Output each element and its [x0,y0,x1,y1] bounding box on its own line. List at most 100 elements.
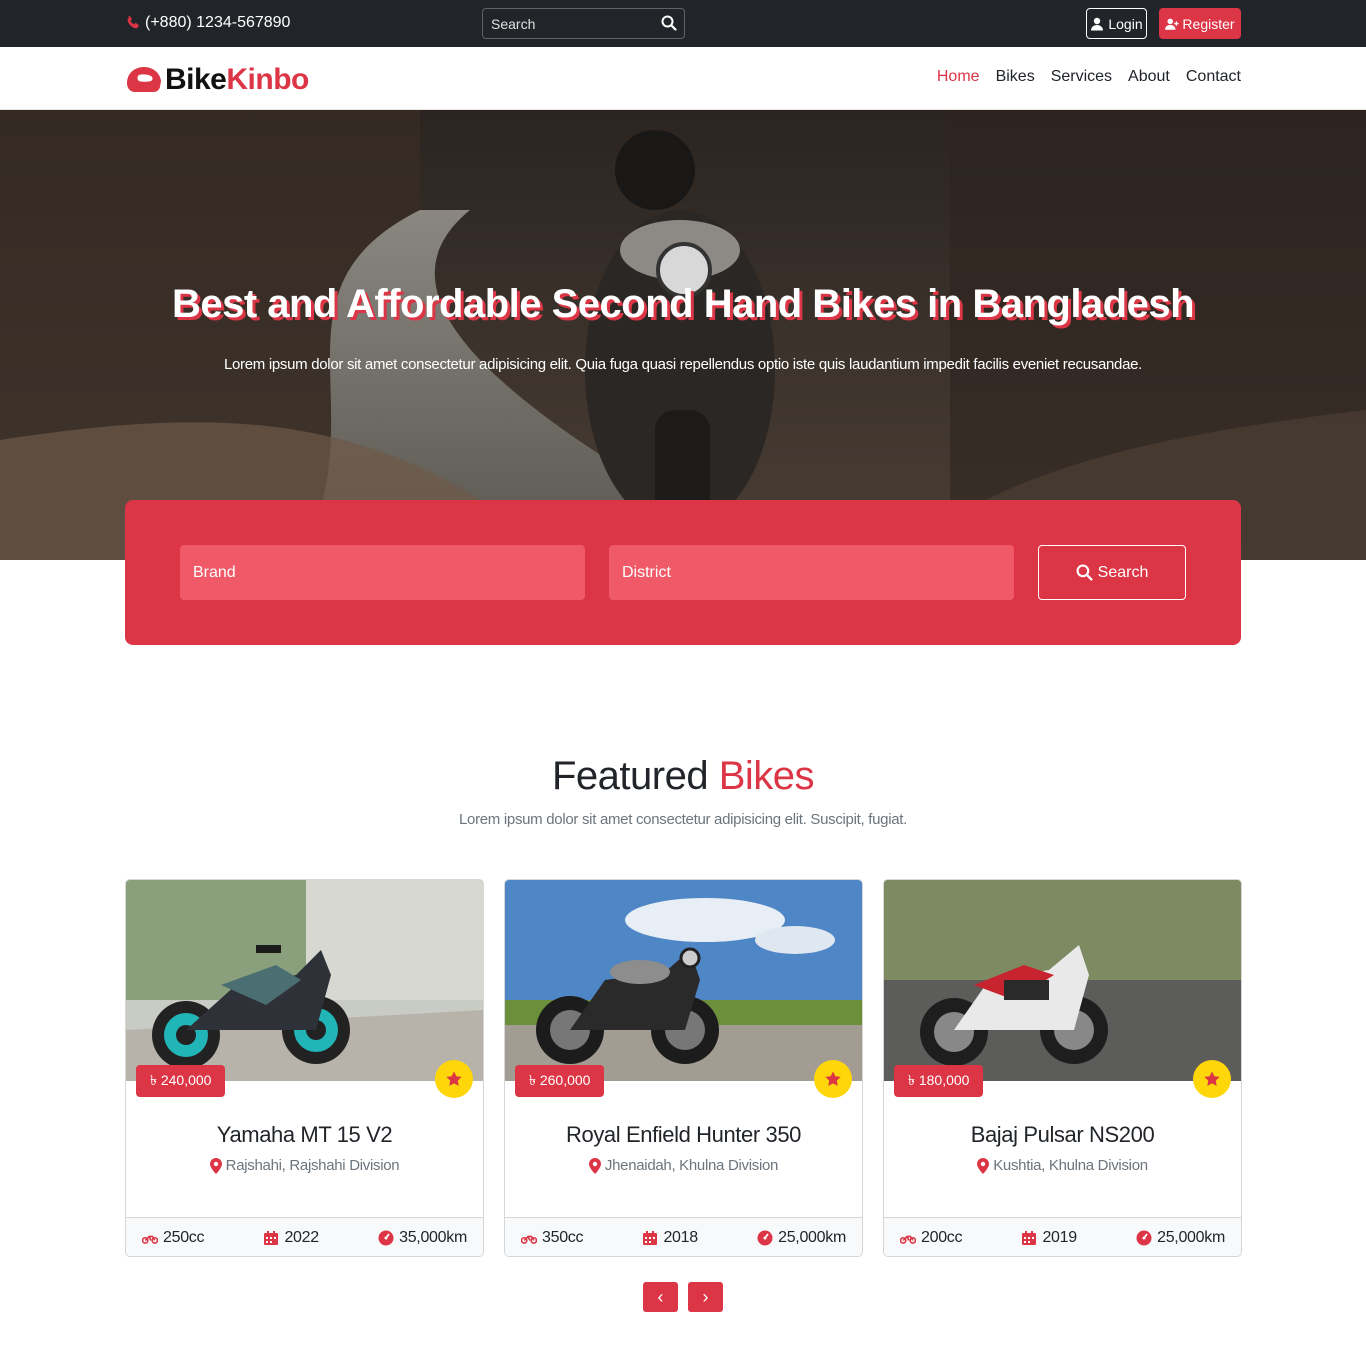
price-badge: ৳ 260,000 [515,1065,605,1097]
spec-engine: 200cc [900,1228,963,1247]
spec-engine-value: 350cc [542,1228,584,1246]
star-icon [446,1071,462,1086]
featured-title-part1: Featured [551,754,709,798]
helmet-icon [127,67,161,92]
bike-photo-bajaj [884,880,1241,1081]
login-button[interactable]: Login [1086,8,1147,39]
bike-search-panel: Brand District Search [125,500,1241,645]
spec-year: 2019 [1021,1228,1077,1247]
login-label: Login [1108,15,1143,32]
spec-year-value: 2022 [284,1228,319,1246]
calendar-icon [643,1230,658,1245]
spec-mileage: 25,000km [757,1229,846,1247]
favorite-button[interactable] [435,1060,473,1098]
bike-specs: 250cc 2022 35,000km [126,1217,483,1256]
spec-engine-value: 250cc [163,1228,205,1246]
hero-subtitle: Lorem ipsum dolor sit amet consectetur a… [223,356,1143,373]
brand-select[interactable]: Brand [180,545,585,600]
bike-card[interactable]: ৳ 180,000 Bajaj Pulsar NS200 Kushtia, Kh… [883,879,1242,1257]
hero-title: Best and Affordable Second Hand Bikes in… [171,282,1195,326]
bike-name[interactable]: Royal Enfield Hunter 350 [505,1122,862,1148]
carousel-prev-button[interactable]: ‹ [643,1282,678,1312]
search-icon [1076,564,1093,581]
district-select[interactable]: District [609,545,1014,600]
nav-services[interactable]: Services [1051,68,1112,86]
top-bar: (+880) 1234-567890 Login Register [0,0,1366,47]
user-plus-icon [1165,18,1179,30]
favorite-button[interactable] [814,1060,852,1098]
bike-photo-royal-enfield [505,880,862,1081]
location-text: Jhenaidah, Khulna Division [604,1157,779,1174]
carousel-next-button[interactable]: › [688,1282,723,1312]
map-pin-icon [588,1157,601,1174]
spec-engine: 350cc [521,1228,584,1247]
brand-logo[interactable]: Bike Kinbo [125,63,309,97]
search-icon[interactable] [661,15,677,31]
spec-year: 2018 [642,1228,698,1247]
nav-about[interactable]: About [1128,68,1170,86]
nav-contact[interactable]: Contact [1186,68,1241,86]
bike-location: Kushtia, Khulna Division [884,1157,1241,1174]
price-badge: ৳ 180,000 [894,1065,984,1097]
brand-name-part1: Bike [165,63,227,96]
gauge-icon [1136,1230,1152,1245]
search-input[interactable] [483,15,653,32]
map-pin-icon [209,1157,222,1174]
nav-home[interactable]: Home [937,68,980,86]
spec-mileage: 35,000km [378,1229,467,1247]
hero-banner: Best and Affordable Second Hand Bikes in… [0,110,1366,560]
star-icon [825,1071,841,1086]
register-button[interactable]: Register [1159,8,1241,39]
gauge-icon [378,1230,394,1245]
motorcycle-icon [900,1235,916,1244]
nav-bikes[interactable]: Bikes [996,68,1035,86]
bike-card[interactable]: ৳ 260,000 Royal Enfield Hunter 350 Jhena… [504,879,863,1257]
nav-links: Home Bikes Services About Contact [937,68,1241,86]
featured-subtitle: Lorem ipsum dolor sit amet consectetur a… [458,811,908,828]
price-badge: ৳ 240,000 [136,1065,226,1097]
bike-location: Rajshahi, Rajshahi Division [126,1157,483,1174]
spec-engine-value: 200cc [921,1228,963,1246]
spec-year-value: 2019 [1042,1228,1077,1246]
search-button-label: Search [1097,563,1149,581]
favorite-button[interactable] [1193,1060,1231,1098]
spec-mileage: 25,000km [1136,1229,1225,1247]
star-icon [1204,1071,1220,1086]
user-icon [1091,17,1104,30]
spec-year: 2022 [263,1228,319,1247]
bike-location: Jhenaidah, Khulna Division [505,1157,862,1174]
calendar-icon [264,1230,279,1245]
spec-mileage-value: 35,000km [399,1228,467,1246]
spec-engine: 250cc [142,1228,205,1247]
phone-icon [127,15,139,29]
search-bikes-button[interactable]: Search [1038,545,1186,600]
gauge-icon [757,1230,773,1245]
spec-mileage-value: 25,000km [778,1228,846,1246]
calendar-icon [1022,1230,1037,1245]
bike-photo-yamaha [126,880,483,1081]
bike-image[interactable] [126,880,483,1081]
main-navbar: Bike Kinbo Home Bikes Services About Cont… [0,47,1366,110]
map-pin-icon [977,1157,990,1174]
featured-title-part2: Bikes [718,754,815,798]
bike-image[interactable] [505,880,862,1081]
phone-number: (+880) 1234-567890 [145,14,291,31]
location-text: Rajshahi, Rajshahi Division [225,1157,400,1174]
bike-card[interactable]: ৳ 240,000 Yamaha MT 15 V2 Rajshahi, Rajs… [125,879,484,1257]
bike-specs: 200cc 2019 25,000km [884,1217,1241,1256]
bike-name[interactable]: Yamaha MT 15 V2 [126,1122,483,1148]
brand-name-part2: Kinbo [226,63,309,96]
motorcycle-icon [521,1235,537,1244]
spec-mileage-value: 25,000km [1157,1228,1225,1246]
location-text: Kushtia, Khulna Division [993,1157,1148,1174]
register-label: Register [1182,15,1235,32]
phone-contact[interactable]: (+880) 1234-567890 [125,14,290,32]
featured-title: Featured Bikes [0,754,1366,799]
bike-specs: 350cc 2018 25,000km [505,1217,862,1256]
bike-name[interactable]: Bajaj Pulsar NS200 [884,1122,1241,1148]
bike-image[interactable] [884,880,1241,1081]
top-search [482,8,685,39]
hero-background-image [0,110,1366,560]
motorcycle-icon [142,1235,158,1244]
spec-year-value: 2018 [663,1228,698,1246]
